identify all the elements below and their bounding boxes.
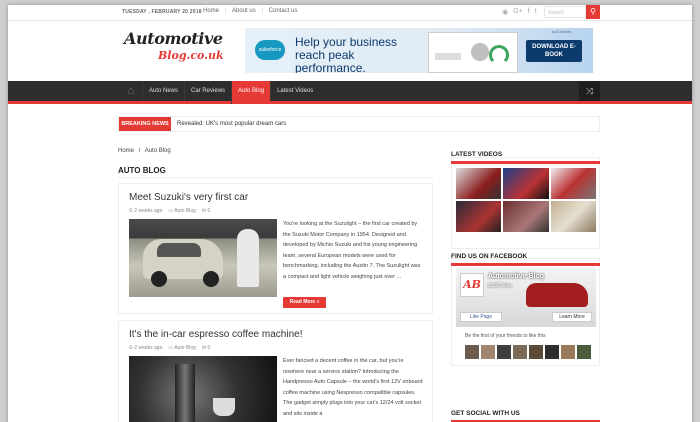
salesforce-logo: salesforce xyxy=(255,40,285,60)
fb-learn-more-button[interactable]: Learn More xyxy=(552,312,592,322)
twitter-icon[interactable]: t xyxy=(535,8,537,16)
page-frame: TUESDAY , FEBRUARY 20 2018 Home About us… xyxy=(8,5,692,422)
post-title[interactable]: Meet Suzuki's very first car xyxy=(129,192,248,203)
breadcrumb: Home / Auto Blog xyxy=(118,148,171,154)
facebook-title: FIND US ON FACEBOOK xyxy=(451,253,600,266)
search-icon: ⚲ xyxy=(590,7,596,16)
coffee-machine-shape xyxy=(175,364,195,422)
main-nav: ⌂ Auto News Car Reviews Auto Blog Latest… xyxy=(8,81,692,104)
video-thumbnail[interactable] xyxy=(503,168,549,199)
video-thumbnail[interactable] xyxy=(456,201,502,232)
post-date-text: 2 weeks ago xyxy=(134,208,163,214)
avatar[interactable] xyxy=(481,345,495,359)
avatar[interactable] xyxy=(497,345,511,359)
breaking-news-link[interactable]: Revealed: UK's most popular dream cars xyxy=(177,121,286,127)
coffee-cup-shape xyxy=(213,398,235,416)
rss-icon[interactable]: ◉ xyxy=(502,8,508,16)
post-category[interactable]: ▭ Auto Blog xyxy=(168,208,196,214)
top-bar: TUESDAY , FEBRUARY 20 2018 Home About us… xyxy=(8,5,692,21)
download-ebook-button[interactable]: DOWNLOAD E-BOOK xyxy=(526,40,582,62)
page-title: AUTO BLOG xyxy=(118,166,169,175)
breadcrumb-separator: / xyxy=(138,148,141,154)
top-link-home[interactable]: Home xyxy=(196,8,225,14)
video-thumbnails xyxy=(456,168,596,232)
shuffle-icon[interactable]: ⤨ xyxy=(579,81,600,101)
fb-page-avatar[interactable]: AB xyxy=(460,273,484,297)
avatar[interactable] xyxy=(561,345,575,359)
nav-auto-blog[interactable]: Auto Blog xyxy=(231,81,271,104)
post-comments[interactable]: ✉ 0 xyxy=(202,345,210,351)
post-card: Meet Suzuki's very first car ⏲ 2 weeks a… xyxy=(118,183,433,314)
fb-friend-avatars xyxy=(465,345,591,359)
post-excerpt: Ever fancied a decent coffee in the car,… xyxy=(283,358,423,417)
post-excerpt: You're looking at the Suzulight – the fi… xyxy=(283,221,421,280)
post-thumbnail[interactable] xyxy=(129,219,277,297)
ad-gauge-icon xyxy=(489,45,509,65)
avatar[interactable] xyxy=(513,345,527,359)
post-category[interactable]: ▭ Auto Blog xyxy=(168,345,196,351)
site-logo[interactable]: Automotive Blog.co.uk xyxy=(124,27,224,69)
display-figure-shape xyxy=(237,229,259,287)
post-date: ⏲ 2 weeks ago xyxy=(129,345,163,351)
logo-text-main: Automotive xyxy=(124,29,223,48)
breadcrumb-home[interactable]: Home xyxy=(118,148,134,154)
ad-headline: Help your business reach peak performanc… xyxy=(295,35,398,74)
post-meta: ⏲ 2 weeks ago ▭ Auto Blog ✉ 0 xyxy=(129,208,210,214)
post-category-text: Auto Blog xyxy=(174,208,196,214)
post-card: It's the in-car espresso coffee machine!… xyxy=(118,320,433,422)
breadcrumb-current: Auto Blog xyxy=(144,148,171,154)
latest-videos-title: LATEST VIDEOS xyxy=(451,151,600,164)
google-plus-icon[interactable]: G+ xyxy=(513,8,523,16)
post-comments[interactable]: ✉ 0 xyxy=(202,208,210,214)
play-icon[interactable] xyxy=(471,43,489,61)
fb-like-count: 8,823 likes xyxy=(488,283,512,289)
video-thumbnail[interactable] xyxy=(503,201,549,232)
search-button[interactable]: ⚲ xyxy=(586,5,600,19)
avatar[interactable] xyxy=(465,345,479,359)
nav-car-reviews[interactable]: Car Reviews xyxy=(184,81,231,101)
top-nav: Home About us Contact us xyxy=(196,8,303,14)
top-link-about[interactable]: About us xyxy=(225,8,262,14)
avatar[interactable] xyxy=(529,345,543,359)
post-title[interactable]: It's the in-car espresso coffee machine! xyxy=(129,329,302,340)
car-wheel-shape xyxy=(203,271,219,287)
facebook-page-plugin[interactable]: AB Automotive Blog 8,823 likes Like Page… xyxy=(456,267,596,327)
post-thumbnail[interactable] xyxy=(129,356,277,422)
post-comments-count: 0 xyxy=(207,345,211,351)
breaking-news-bar: BREAKING NEWS Revealed: UK's most popula… xyxy=(118,116,600,132)
read-more-button[interactable]: Read More » xyxy=(283,297,326,308)
fb-like-button[interactable]: Like Page xyxy=(460,312,502,322)
post-date: ⏲ 2 weeks ago xyxy=(129,208,163,214)
post-comments-count: 0 xyxy=(207,208,211,214)
avatar[interactable] xyxy=(577,345,591,359)
facebook-icon[interactable]: f xyxy=(528,8,530,16)
nav-auto-news[interactable]: Auto News xyxy=(142,81,184,101)
breaking-news-label: BREAKING NEWS xyxy=(119,117,171,131)
nav-latest-videos[interactable]: Latest Videos xyxy=(270,81,319,101)
banner-ad[interactable]: salesforce Help your business reach peak… xyxy=(245,28,593,73)
page-title-bar: AUTO BLOG xyxy=(118,166,433,178)
logo-text-sub: Blog.co.uk xyxy=(158,49,224,62)
current-date: TUESDAY , FEBRUARY 20 2018 xyxy=(122,9,202,15)
search-input[interactable]: Search xyxy=(544,6,586,18)
social-title: GET SOCIAL WITH US xyxy=(451,410,600,422)
video-thumbnail[interactable] xyxy=(550,168,596,199)
social-icons: ◉ G+ f t xyxy=(502,8,537,16)
fb-friends-text: Be the first of your friends to like thi… xyxy=(465,333,546,339)
car-window-shape xyxy=(157,243,201,257)
fb-cover-car-shape xyxy=(526,283,588,307)
home-icon[interactable]: ⌂ xyxy=(119,81,143,101)
post-category-text: Auto Blog xyxy=(174,345,196,351)
adchoices-label[interactable]: AdChoices xyxy=(552,29,571,34)
top-link-contact[interactable]: Contact us xyxy=(261,8,304,14)
avatar[interactable] xyxy=(545,345,559,359)
car-wheel-shape xyxy=(151,271,167,287)
video-thumbnail[interactable] xyxy=(456,168,502,199)
ad-dashboard-bar xyxy=(435,53,461,60)
post-meta: ⏲ 2 weeks ago ▭ Auto Blog ✉ 0 xyxy=(129,345,210,351)
fb-page-name[interactable]: Automotive Blog xyxy=(488,273,544,280)
post-date-text: 2 weeks ago xyxy=(134,345,163,351)
video-thumbnail[interactable] xyxy=(550,201,596,232)
